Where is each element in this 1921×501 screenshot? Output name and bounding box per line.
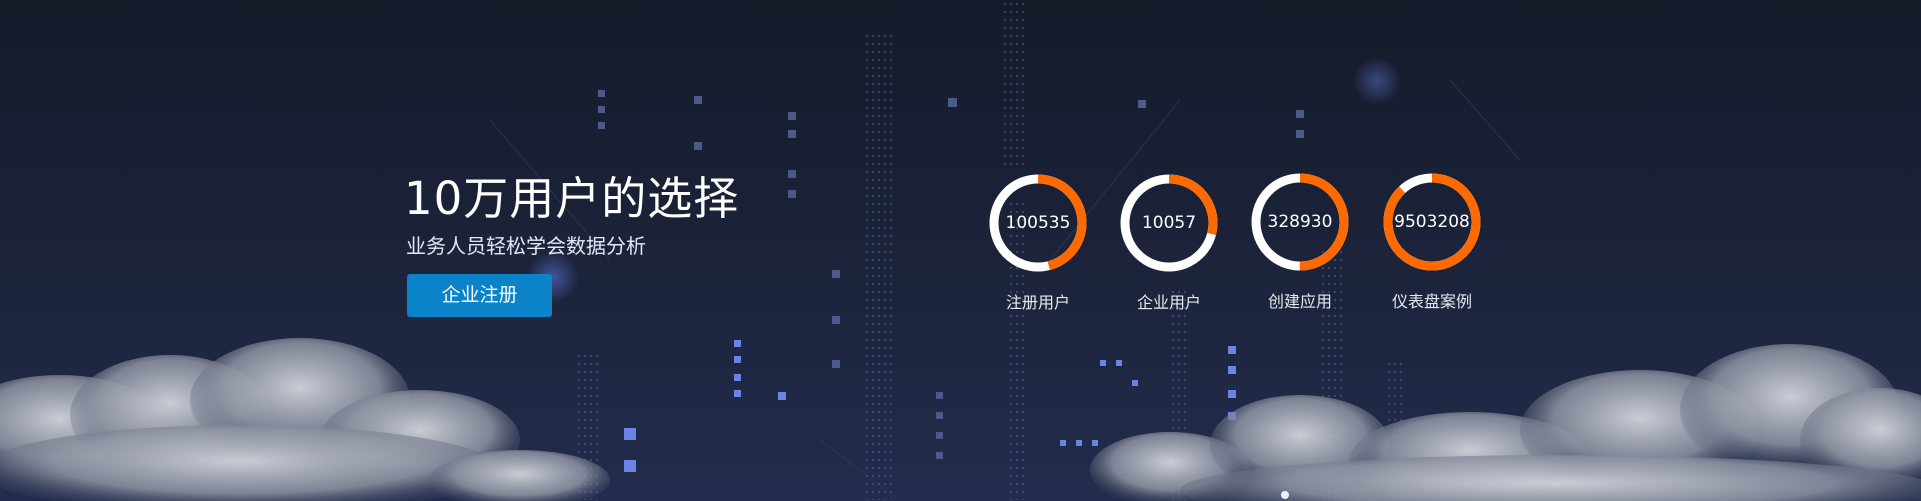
- progress-ring: 100535: [988, 173, 1088, 273]
- stat-registered-users: 100535 注册用户: [983, 173, 1093, 313]
- stat-label: 仪表盘案例: [1391, 292, 1472, 311]
- stat-value: 9503208: [1394, 212, 1470, 232]
- hero-banner: 10万用户的选择 业务人员轻松学会数据分析 企业注册 100535 注册用户 1…: [0, 0, 1921, 501]
- progress-ring: 9503208: [1382, 172, 1482, 272]
- stat-label: 注册用户: [1005, 293, 1070, 312]
- background-illustration: [0, 0, 1921, 501]
- hero-subtitle: 业务人员轻松学会数据分析: [406, 234, 646, 258]
- enterprise-register-button[interactable]: 企业注册: [407, 274, 552, 317]
- stat-value: 100535: [1005, 213, 1071, 233]
- stat-dashboard-cases: 9503208 仪表盘案例: [1377, 172, 1487, 312]
- stat-label: 创建应用: [1267, 292, 1332, 311]
- stat-value: 10057: [1141, 213, 1197, 233]
- stat-label: 企业用户: [1136, 293, 1201, 312]
- hero-title: 10万用户的选择: [404, 172, 740, 225]
- stat-created-apps: 328930 创建应用: [1245, 172, 1355, 312]
- stat-enterprise-users: 10057 企业用户: [1114, 173, 1224, 313]
- progress-ring: 10057: [1119, 173, 1219, 273]
- progress-ring: 328930: [1250, 172, 1350, 272]
- stat-value: 328930: [1267, 212, 1333, 232]
